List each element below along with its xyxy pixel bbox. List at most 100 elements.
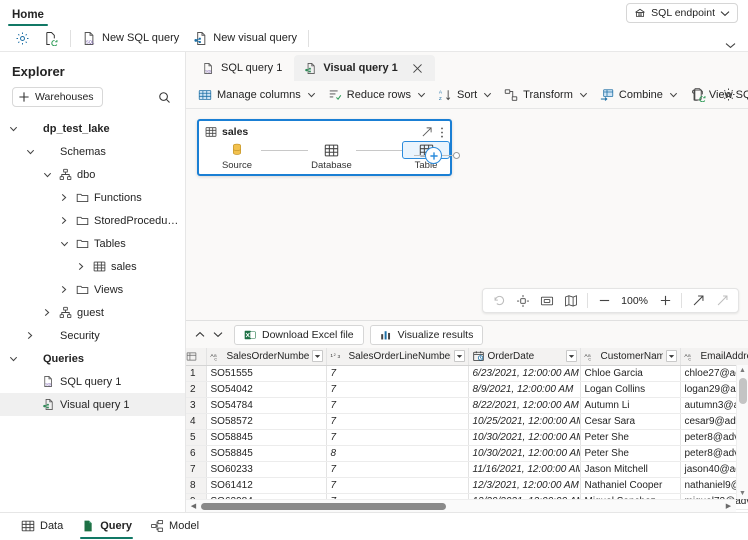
- table-row[interactable]: 4 SO58572 7 10/25/2021, 12:00:00 AM Cesar Sa…: [186, 413, 748, 430]
- zoom-out-button[interactable]: [593, 290, 615, 311]
- tree-item-dbo[interactable]: dbo: [0, 163, 185, 186]
- settings-button[interactable]: [8, 28, 37, 49]
- download-excel-button[interactable]: Download Excel file: [234, 324, 364, 345]
- column-header-salesordernumber[interactable]: A B C SalesOrderNumber: [206, 348, 327, 366]
- horizontal-scroll-thumb[interactable]: [201, 502, 446, 510]
- status-tab-model[interactable]: Model: [143, 514, 206, 539]
- chevron-down-icon[interactable]: [23, 148, 37, 156]
- chevron-down-icon[interactable]: [57, 240, 71, 248]
- chevron-down-icon[interactable]: [483, 91, 492, 99]
- new-sql-query-button[interactable]: SQL New SQL query: [75, 28, 186, 49]
- results-vertical-scrollbar[interactable]: ▲ ▼: [736, 365, 748, 499]
- column-filter-dropdown-icon[interactable]: [565, 350, 577, 363]
- chevron-right-icon[interactable]: [57, 193, 71, 202]
- column-header-emailaddress[interactable]: ABCEmailAddress: [680, 348, 748, 366]
- refresh-button[interactable]: [37, 28, 66, 49]
- query-settings-button[interactable]: [715, 84, 742, 105]
- tree-item-visual-query-1[interactable]: Visual query 1: [0, 393, 185, 416]
- query-step-database[interactable]: Database: [308, 141, 356, 171]
- scroll-right-arrow-icon[interactable]: ▶: [723, 502, 734, 510]
- chevron-down-icon[interactable]: [40, 171, 54, 179]
- column-header-orderdate[interactable]: OrderDate: [468, 348, 581, 366]
- ribbon-tab-home[interactable]: Home: [8, 7, 48, 26]
- tree-item-queries[interactable]: Queries: [0, 347, 185, 370]
- column-filter-dropdown-icon[interactable]: [665, 350, 677, 363]
- add-step-button[interactable]: [425, 147, 442, 164]
- add-warehouses-button[interactable]: Warehouses: [12, 87, 103, 107]
- collapse-icon[interactable]: [421, 126, 433, 138]
- column-filter-dropdown-icon[interactable]: [453, 350, 465, 363]
- chevron-right-icon[interactable]: [23, 331, 37, 340]
- close-icon[interactable]: [412, 63, 425, 74]
- column-filter-dropdown-icon[interactable]: [311, 350, 323, 363]
- tree-item-schemas[interactable]: Schemas: [0, 140, 185, 163]
- chevron-down-icon[interactable]: [6, 125, 20, 133]
- visualize-results-button[interactable]: Visualize results: [369, 324, 484, 345]
- endpoint-dot-icon[interactable]: [453, 152, 460, 159]
- chevron-down-icon[interactable]: [579, 91, 588, 99]
- horizontal-scroll-track[interactable]: [199, 500, 723, 513]
- zoom-in-button[interactable]: [654, 290, 676, 311]
- collapse-ribbon-button[interactable]: [725, 42, 736, 49]
- reduce-rows-button[interactable]: Reduce rows: [322, 85, 432, 105]
- zoom-level-label[interactable]: 100%: [617, 295, 652, 307]
- sql-endpoint-selector[interactable]: SQL endpoint: [626, 3, 738, 23]
- document-tab-visual-query-1[interactable]: Visual query 1: [294, 55, 435, 81]
- table-row[interactable]: 7 SO60233 7 11/16/2021, 12:00:00 AM Jason Mi…: [186, 461, 748, 478]
- fit-to-screen-button[interactable]: [536, 290, 558, 311]
- tree-item-dp-test-lake[interactable]: dp_test_lake: [0, 117, 185, 140]
- results-grid-viewport[interactable]: A B C SalesOrderNumber 1 2 3 SalesOrderLineNumb…: [186, 348, 748, 512]
- chevron-down-icon[interactable]: [669, 91, 678, 99]
- column-header-customername[interactable]: ABCCustomerName: [580, 348, 681, 366]
- query-canvas[interactable]: sales Source Database Table 100%: [186, 109, 748, 320]
- tree-item-storedprocedures[interactable]: StoredProcedures: [0, 209, 185, 232]
- scroll-up-arrow-icon[interactable]: ▲: [739, 365, 746, 376]
- table-row[interactable]: 8 SO61412 7 12/3/2021, 12:00:00 AM Nathaniel…: [186, 477, 748, 494]
- center-diagram-button[interactable]: [512, 290, 534, 311]
- chevron-right-icon[interactable]: [57, 285, 71, 294]
- tree-item-security[interactable]: Security: [0, 324, 185, 347]
- table-row[interactable]: 5 SO58845 7 10/30/2021, 12:00:00 AM Peter Sh…: [186, 429, 748, 446]
- query-node-sales[interactable]: sales Source Database Table: [197, 119, 460, 176]
- chevron-down-icon[interactable]: [6, 355, 20, 363]
- sort-button[interactable]: A Z Sort: [432, 85, 498, 105]
- table-row[interactable]: 2 SO54042 7 8/9/2021, 12:00:00 AM Logan Coll…: [186, 381, 748, 398]
- table-row[interactable]: 1 SO51555 7 6/23/2021, 12:00:00 AM Chloe Gar…: [186, 365, 748, 382]
- status-tab-query[interactable]: Query: [74, 514, 139, 539]
- scroll-down-arrow-icon[interactable]: ▼: [739, 488, 746, 499]
- table-row[interactable]: 3 SO54784 7 8/22/2021, 12:00:00 AM Autumn Li…: [186, 397, 748, 414]
- column-header-salesorderlinenumber[interactable]: 1 2 3 SalesOrderLineNumber: [326, 348, 469, 366]
- chevron-right-icon[interactable]: [74, 262, 88, 271]
- transform-button[interactable]: Transform: [498, 85, 594, 105]
- expand-all-button[interactable]: [711, 290, 733, 311]
- chevron-right-icon[interactable]: [57, 216, 71, 225]
- manage-columns-button[interactable]: Manage columns: [192, 85, 322, 105]
- grid-select-all-corner[interactable]: [186, 348, 207, 366]
- collapse-all-button[interactable]: [687, 290, 709, 311]
- document-tab-sql-query-1[interactable]: SQL SQL query 1: [192, 55, 292, 81]
- query-step-source[interactable]: Source: [213, 141, 261, 171]
- tree-item-sql-query-1[interactable]: SQL SQL query 1: [0, 370, 185, 393]
- tree-item-tables[interactable]: Tables: [0, 232, 185, 255]
- minimap-button[interactable]: [560, 290, 582, 311]
- scroll-left-arrow-icon[interactable]: ◀: [188, 502, 199, 510]
- tree-item-sales[interactable]: sales: [0, 255, 185, 278]
- chevron-down-icon[interactable]: [307, 91, 316, 99]
- reset-button[interactable]: [488, 290, 510, 311]
- tree-item-functions[interactable]: Functions: [0, 186, 185, 209]
- tree-item-guest[interactable]: guest: [0, 301, 185, 324]
- more-options-icon[interactable]: [440, 126, 444, 139]
- chevron-right-icon[interactable]: [40, 308, 54, 317]
- table-row[interactable]: 6 SO58845 8 10/30/2021, 12:00:00 AM Peter Sh…: [186, 445, 748, 462]
- new-visual-query-button[interactable]: New visual query: [186, 28, 304, 49]
- combine-button[interactable]: Combine: [594, 85, 684, 105]
- results-collapse-button[interactable]: [210, 326, 226, 344]
- refresh-preview-button[interactable]: [686, 84, 713, 105]
- vertical-scroll-thumb[interactable]: [738, 378, 747, 404]
- status-tab-data[interactable]: Data: [14, 514, 70, 539]
- chevron-down-icon[interactable]: [417, 91, 426, 99]
- results-horizontal-scrollbar[interactable]: ◀ ▶: [186, 499, 736, 512]
- results-expand-button[interactable]: [192, 326, 208, 344]
- explorer-search-button[interactable]: [156, 89, 173, 106]
- tree-item-views[interactable]: Views: [0, 278, 185, 301]
